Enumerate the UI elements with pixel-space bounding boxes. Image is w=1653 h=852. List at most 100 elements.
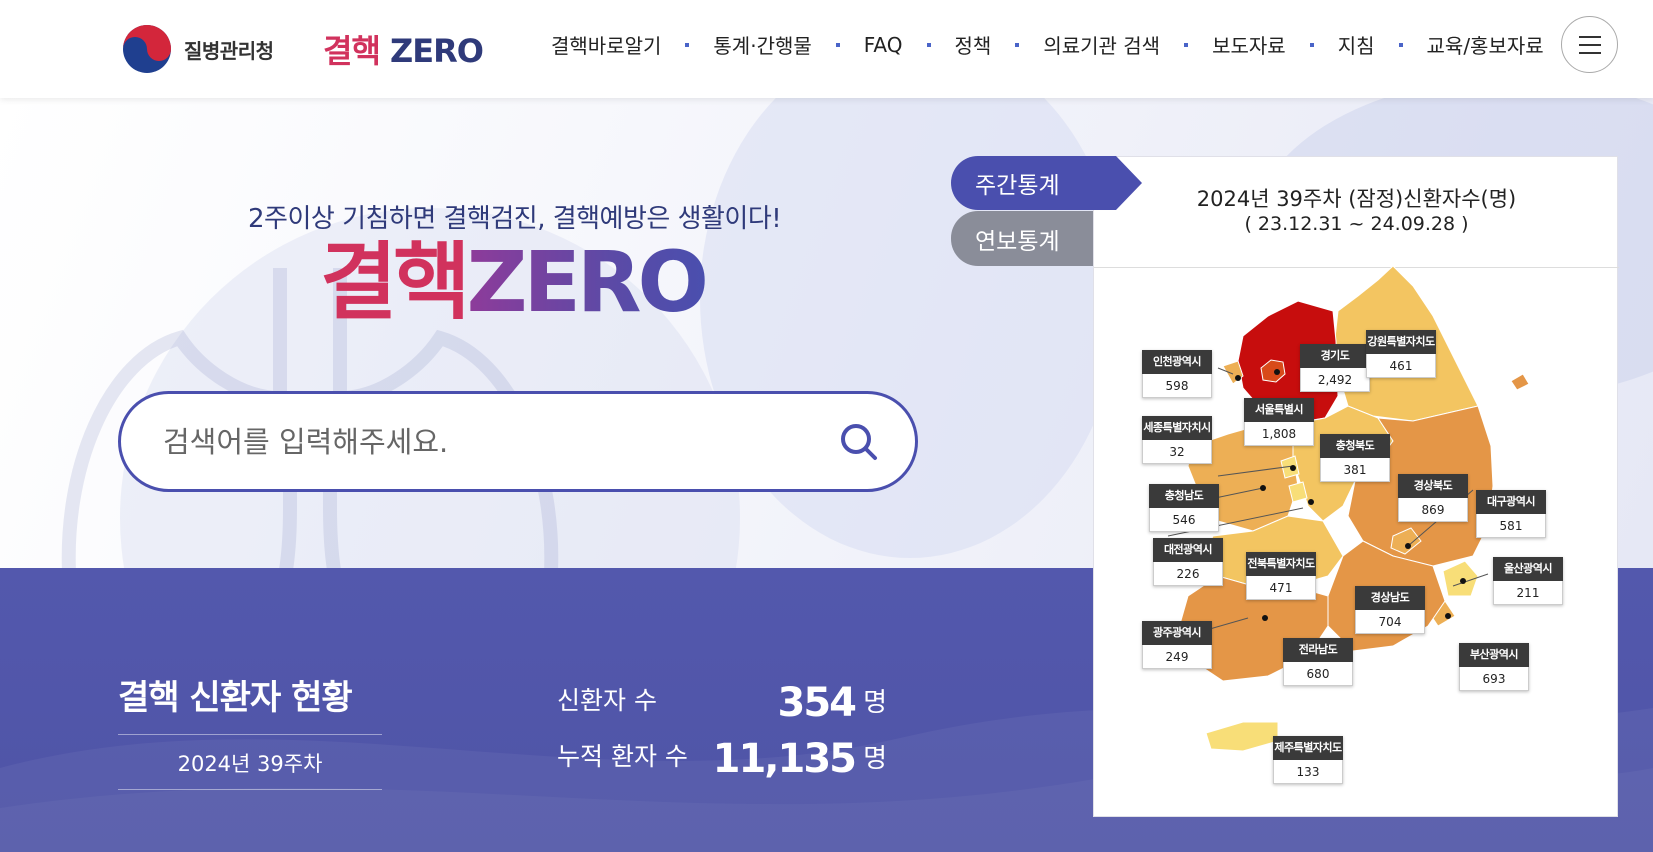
nav-divider <box>1309 42 1314 47</box>
region-label-name: 대구광역시 <box>1476 490 1546 514</box>
logo-text-zero: ZERO <box>390 32 484 70</box>
nav-item-guidelines[interactable]: 지침 <box>1338 30 1375 59</box>
nav-divider <box>835 42 840 47</box>
search-input[interactable] <box>163 420 783 464</box>
hero-title-k: 결핵 <box>320 233 471 331</box>
tb-zero-logo[interactable]: 결핵 ZERO <box>323 26 484 72</box>
region-label-name: 충청남도 <box>1149 484 1219 508</box>
region-label: 세종특별자치시 32 <box>1142 416 1212 464</box>
new-patients-label: 신환자 수 <box>557 686 657 715</box>
new-patients-stat: 신환자 수 354 명 <box>557 673 887 723</box>
region-label-value: 226 <box>1153 562 1223 586</box>
hamburger-icon-line <box>1578 35 1601 38</box>
region-label: 경상북도 869 <box>1398 474 1468 522</box>
region-label-name: 충청북도 <box>1320 434 1390 458</box>
region-label-name: 경상남도 <box>1355 586 1425 610</box>
region-label-value: 869 <box>1398 498 1468 522</box>
region-label-value: 32 <box>1142 440 1212 464</box>
nav-item-education[interactable]: 교육/홍보자료 <box>1427 30 1544 59</box>
nav-item-faq[interactable]: FAQ <box>864 33 903 57</box>
region-label: 전북특별자치도 471 <box>1246 552 1316 600</box>
region-label: 전라남도 680 <box>1283 638 1353 686</box>
region-label-value: 249 <box>1142 645 1212 669</box>
region-label-value: 133 <box>1273 760 1343 784</box>
nav-divider <box>1015 42 1020 47</box>
region-label: 광주광역시 249 <box>1142 621 1212 669</box>
region-label-name: 서울특별시 <box>1244 398 1314 422</box>
divider <box>118 789 382 790</box>
cumulative-patients-value: 11,135 <box>712 736 857 782</box>
hero-tagline: 2주이상 기침하면 결핵검진, 결핵예방은 생활이다! <box>248 204 782 234</box>
tab-weekly-stats[interactable]: 주간통계 <box>951 156 1142 210</box>
site-header: 질병관리청 결핵 ZERO 결핵바로알기 통계·간행물 FAQ 정책 의료기관 … <box>0 0 1653 98</box>
region-label-name: 인천광역시 <box>1142 350 1212 374</box>
region-label: 대전광역시 226 <box>1153 538 1223 586</box>
cumulative-patients-label: 누적 환자 수 <box>557 742 688 771</box>
nav-item-statistics[interactable]: 통계·간행물 <box>713 30 811 59</box>
region-label: 서울특별시 1,808 <box>1244 398 1314 446</box>
region-label-value: 598 <box>1142 374 1212 398</box>
nav-divider <box>926 42 931 47</box>
region-label-value: 211 <box>1493 581 1563 605</box>
cumulative-patients-stat: 누적 환자 수 11,135 명 <box>557 729 887 779</box>
tab-annual-stats[interactable]: 연보통계 <box>951 211 1093 266</box>
region-label-name: 광주광역시 <box>1142 621 1212 645</box>
panel-title: 2024년 39주차 (잠정)신환자수(명) <box>1196 187 1517 211</box>
hamburger-icon-line <box>1578 43 1601 46</box>
region-label-value: 2,492 <box>1300 368 1370 392</box>
region-label-value: 581 <box>1476 514 1546 538</box>
region-label-name: 부산광역시 <box>1459 643 1529 667</box>
region-label: 부산광역시 693 <box>1459 643 1529 691</box>
region-label: 대구광역시 581 <box>1476 490 1546 538</box>
region-label-value: 381 <box>1320 458 1390 482</box>
region-label-name: 강원특별자치도 <box>1366 330 1436 354</box>
nav-divider <box>685 42 690 47</box>
stats-title: 결핵 신환자 현황 <box>118 678 353 718</box>
panel-date-range: ( 23.12.31 ~ 24.09.28 ) <box>1244 213 1469 235</box>
region-label-value: 1,808 <box>1244 422 1314 446</box>
region-label-name: 경상북도 <box>1398 474 1468 498</box>
search-box <box>118 391 918 492</box>
search-icon[interactable] <box>837 420 881 464</box>
region-label-name: 세종특별자치시 <box>1142 416 1212 440</box>
region-label: 강원특별자치도 461 <box>1366 330 1436 378</box>
region-label-value: 680 <box>1283 662 1353 686</box>
region-label: 제주특별자치도 133 <box>1273 736 1343 784</box>
hamburger-icon-line <box>1578 51 1601 54</box>
region-label-value: 693 <box>1459 667 1529 691</box>
region-label: 충청남도 546 <box>1149 484 1219 532</box>
nav-item-press[interactable]: 보도자료 <box>1212 30 1286 59</box>
region-label: 충청북도 381 <box>1320 434 1390 482</box>
divider <box>118 734 382 735</box>
region-label-name: 경기도 <box>1300 344 1370 368</box>
nav-divider <box>1184 42 1189 47</box>
region-label-value: 471 <box>1246 576 1316 600</box>
nav-divider <box>1398 42 1403 47</box>
nav-item-tb-info[interactable]: 결핵바로알기 <box>551 30 661 59</box>
stats-week: 2024년 39주차 <box>177 752 323 776</box>
hero-title: 결핵ZERO <box>320 240 709 324</box>
region-label-name: 전북특별자치도 <box>1246 552 1316 576</box>
panel-divider <box>1094 267 1619 268</box>
region-label: 인천광역시 598 <box>1142 350 1212 398</box>
nav-item-policy[interactable]: 정책 <box>955 30 992 59</box>
region-label-value: 546 <box>1149 508 1219 532</box>
region-label: 경기도 2,492 <box>1300 344 1370 392</box>
new-patients-value: 354 <box>777 680 857 726</box>
taegeuk-icon <box>122 24 172 74</box>
region-label-value: 461 <box>1366 354 1436 378</box>
kdca-logo[interactable]: 질병관리청 <box>122 24 274 74</box>
nav-item-hospital-search[interactable]: 의료기관 검색 <box>1043 30 1160 59</box>
hero-title-zero: ZERO <box>466 233 709 331</box>
region-label-name: 제주특별자치도 <box>1273 736 1343 760</box>
region-label: 경상남도 704 <box>1355 586 1425 634</box>
region-label-name: 전라남도 <box>1283 638 1353 662</box>
new-patients-unit: 명 <box>863 688 887 718</box>
hamburger-menu-button[interactable] <box>1561 16 1618 73</box>
logo-text-k: 결핵 <box>323 32 381 70</box>
region-label-value: 704 <box>1355 610 1425 634</box>
main-nav: 결핵바로알기 통계·간행물 FAQ 정책 의료기관 검색 보도자료 지침 교육/… <box>551 30 1544 59</box>
org-name: 질병관리청 <box>184 38 274 63</box>
region-label-name: 울산광역시 <box>1493 557 1563 581</box>
region-label: 울산광역시 211 <box>1493 557 1563 605</box>
